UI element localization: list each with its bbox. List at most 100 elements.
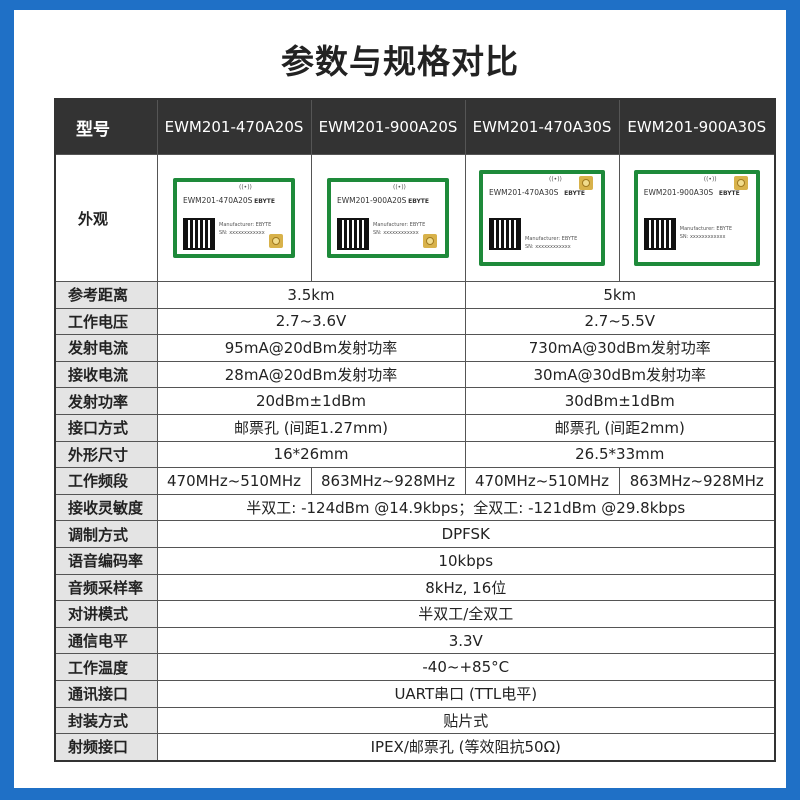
table-row: 通信电平 3.3V [54, 626, 776, 655]
cell-value: IPEX/邮票孔 (等效阻抗50Ω) [156, 733, 776, 762]
cell-value: 730mA@30dBm发射功率 [464, 334, 776, 362]
cell-value: 贴片式 [156, 706, 776, 735]
cell-value: 26.5*33mm [464, 440, 776, 469]
cell-value: 863MHz~928MHz [618, 467, 776, 495]
module-brand: EBYTE [564, 190, 585, 197]
appearance-row: 外观 ((•)) EWM201-470A20S EBYTE Manufactur… [54, 154, 776, 282]
cell-value: 2.7~3.6V [156, 307, 466, 336]
module-photo: ((•)) EWM201-900A20S EBYTE Manufacturer:… [327, 178, 449, 258]
row-label: 封装方式 [54, 706, 158, 735]
module-serial: SN: xxxxxxxxxxxx [679, 234, 726, 240]
module-brand: EBYTE [718, 190, 740, 197]
module-manufacturer: Manufacturer: EBYTE [219, 222, 272, 228]
module-photo: ((•)) EWM201-470A20S EBYTE Manufacturer:… [173, 178, 295, 258]
header-row: 型号 EWM201-470A20S EWM201-900A20S EWM201-… [54, 98, 776, 155]
model-name: EWM201-900A20S [310, 98, 466, 155]
table-row: 工作频段 470MHz~510MHz 863MHz~928MHz 470MHz~… [54, 467, 776, 495]
module-photo-cell: ((•)) EWM201-470A20S EBYTE Manufacturer:… [156, 154, 312, 282]
row-label: 接收灵敏度 [54, 493, 158, 522]
cell-value: -40~+85°C [156, 653, 776, 681]
row-label: 接口方式 [54, 413, 158, 442]
cell-value: 半双工/全双工 [156, 600, 776, 628]
model-name: EWM201-900A30S [618, 98, 776, 155]
cell-value: 470MHz~510MHz [156, 467, 312, 495]
module-photo: ((•)) EWM201-470A30S EBYTE Manufacturer:… [479, 170, 605, 266]
row-label: 射频接口 [54, 733, 158, 762]
cell-value: DPFSK [156, 520, 776, 548]
table-row: 对讲模式 半双工/全双工 [54, 600, 776, 628]
cell-value: 20dBm±1dBm [156, 387, 466, 415]
table-row: 工作温度 -40~+85°C [54, 653, 776, 681]
model-label: 型号 [54, 98, 158, 155]
row-label: 通信电平 [54, 626, 158, 655]
row-label: 工作频段 [54, 467, 158, 495]
signal-icon: ((•)) [549, 176, 562, 183]
module-photo-cell: ((•)) EWM201-900A20S EBYTE Manufacturer:… [310, 154, 466, 282]
cell-value: 半双工: -124dBm @14.9kbps；全双工: -121dBm @29.… [156, 493, 776, 522]
row-label: 参考距离 [54, 281, 158, 309]
cell-value: 863MHz~928MHz [310, 467, 466, 495]
cell-value: 邮票孔 (间距2mm) [464, 413, 776, 442]
table-row: 调制方式 DPFSK [54, 520, 776, 548]
table-row: 音频采样率 8kHz, 16位 [54, 573, 776, 602]
module-serial: SN: xxxxxxxxxxxx [373, 230, 419, 236]
module-photo: ((•)) EWM201-900A30S EBYTE Manufacturer:… [633, 170, 760, 266]
cell-value: 470MHz~510MHz [464, 467, 620, 495]
page-frame: 参数与规格对比 型号 EWM201-470A20S EWM201-900A20S… [10, 10, 786, 788]
cell-value: 95mA@20dBm发射功率 [156, 334, 466, 362]
cell-value: 3.3V [156, 626, 776, 655]
row-label: 发射电流 [54, 334, 158, 362]
table-row: 发射电流 95mA@20dBm发射功率 730mA@30dBm发射功率 [54, 334, 776, 362]
table-row: 接口方式 邮票孔 (间距1.27mm) 邮票孔 (间距2mm) [54, 413, 776, 442]
module-photo-cell: ((•)) EWM201-900A30S EBYTE Manufacturer:… [618, 154, 776, 282]
module-label: EWM201-470A30S [489, 188, 559, 197]
table-row: 接收灵敏度 半双工: -124dBm @14.9kbps；全双工: -121dB… [54, 493, 776, 522]
cell-value: 30mA@30dBm发射功率 [464, 360, 776, 389]
module-manufacturer: Manufacturer: EBYTE [373, 222, 426, 228]
table-row: 封装方式 贴片式 [54, 706, 776, 735]
cell-value: 8kHz, 16位 [156, 573, 776, 602]
module-label: EWM201-900A30S [643, 188, 714, 197]
module-brand: EBYTE [254, 198, 275, 205]
module-label: EWM201-470A20S [183, 196, 253, 205]
cell-value: 16*26mm [156, 440, 466, 469]
cell-value: 30dBm±1dBm [464, 387, 776, 415]
row-label: 外观 [54, 154, 158, 282]
row-label: 发射功率 [54, 387, 158, 415]
cell-value: 5km [464, 281, 776, 309]
row-label: 工作电压 [54, 307, 158, 336]
cell-value: 2.7~5.5V [464, 307, 776, 336]
qr-code-icon [183, 218, 215, 250]
qr-code-icon [489, 218, 521, 250]
table-row: 射频接口 IPEX/邮票孔 (等效阻抗50Ω) [54, 733, 776, 762]
row-label: 音频采样率 [54, 573, 158, 602]
signal-icon: ((•)) [393, 184, 406, 191]
row-label: 调制方式 [54, 520, 158, 548]
qr-code-icon [337, 218, 369, 250]
row-label: 语音编码率 [54, 546, 158, 575]
cell-value: 邮票孔 (间距1.27mm) [156, 413, 466, 442]
signal-icon: ((•)) [239, 184, 252, 191]
table-row: 外形尺寸 16*26mm 26.5*33mm [54, 440, 776, 469]
row-label: 工作温度 [54, 653, 158, 681]
module-manufacturer: Manufacturer: EBYTE [525, 236, 578, 242]
row-label: 外形尺寸 [54, 440, 158, 469]
module-serial: SN: xxxxxxxxxxxx [525, 244, 571, 250]
table-row: 工作电压 2.7~3.6V 2.7~5.5V [54, 307, 776, 336]
antenna-connector-icon [269, 234, 283, 248]
model-name: EWM201-470A20S [156, 98, 312, 155]
module-photo-cell: ((•)) EWM201-470A30S EBYTE Manufacturer:… [464, 154, 620, 282]
model-name: EWM201-470A30S [464, 98, 620, 155]
page-title: 参数与规格对比 [281, 42, 519, 81]
module-manufacturer: Manufacturer: EBYTE [679, 226, 733, 232]
antenna-connector-icon [733, 176, 748, 190]
table-row: 接收电流 28mA@20dBm发射功率 30mA@30dBm发射功率 [54, 360, 776, 389]
cell-value: 3.5km [156, 281, 466, 309]
module-label: EWM201-900A20S [337, 196, 407, 205]
row-label: 对讲模式 [54, 600, 158, 628]
cell-value: UART串口 (TTL电平) [156, 679, 776, 708]
signal-icon: ((•)) [703, 176, 717, 183]
antenna-connector-icon [423, 234, 437, 248]
qr-code-icon [643, 218, 676, 250]
cell-value: 10kbps [156, 546, 776, 575]
